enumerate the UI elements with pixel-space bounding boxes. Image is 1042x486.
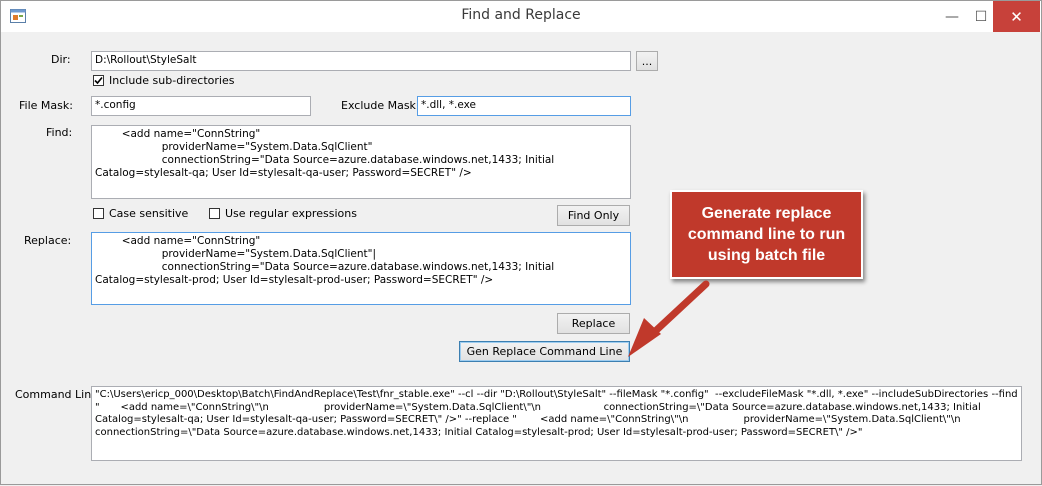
replace-label: Replace: xyxy=(24,234,72,247)
regex-label: Use regular expressions xyxy=(225,207,357,220)
exclude-mask-label: Exclude Mask: xyxy=(341,99,420,112)
close-button[interactable]: ✕ xyxy=(993,1,1040,32)
command-line-label: Command Line: xyxy=(15,388,102,401)
file-mask-label: File Mask: xyxy=(19,99,73,112)
dir-input[interactable]: D:\Rollout\StyleSalt xyxy=(91,51,631,71)
replace-textarea[interactable]: <add name="ConnString" providerName="Sys… xyxy=(91,232,631,305)
maximize-button[interactable]: ☐ xyxy=(969,1,993,32)
gen-command-line-button[interactable]: Gen Replace Command Line xyxy=(459,341,630,362)
window-title: Find and Replace xyxy=(461,7,581,23)
command-line-textarea[interactable]: "C:\Users\ericp_000\Desktop\Batch\FindAn… xyxy=(91,386,1022,461)
include-subdirs-box[interactable] xyxy=(93,75,104,86)
dir-label: Dir: xyxy=(51,53,71,66)
case-sensitive-box[interactable] xyxy=(93,208,104,219)
regex-checkbox[interactable]: Use regular expressions xyxy=(209,207,357,220)
title-bar[interactable]: Find and Replace — ☐ ✕ xyxy=(1,1,1041,33)
find-label: Find: xyxy=(46,126,73,139)
replace-button[interactable]: Replace xyxy=(557,313,630,334)
minimize-button[interactable]: — xyxy=(935,1,969,32)
include-subdirs-checkbox[interactable]: Include sub-directories xyxy=(93,74,234,87)
browse-button[interactable]: ... xyxy=(636,51,658,71)
find-textarea[interactable]: <add name="ConnString" providerName="Sys… xyxy=(91,125,631,199)
exclude-mask-input[interactable]: *.dll, *.exe xyxy=(417,96,631,116)
form-body: Dir: D:\Rollout\StyleSalt ... Include su… xyxy=(1,32,1041,484)
include-subdirs-label: Include sub-directories xyxy=(109,74,235,87)
find-and-replace-window: Find and Replace — ☐ ✕ Dir: D:\Rollout\S… xyxy=(0,0,1042,485)
file-mask-input[interactable]: *.config xyxy=(91,96,311,116)
find-only-button[interactable]: Find Only xyxy=(557,205,630,226)
case-sensitive-label: Case sensitive xyxy=(109,207,189,220)
case-sensitive-checkbox[interactable]: Case sensitive xyxy=(93,207,188,220)
regex-box[interactable] xyxy=(209,208,220,219)
checkmark-icon xyxy=(94,76,103,85)
annotation-callout: Generate replace command line to run usi… xyxy=(670,190,863,279)
